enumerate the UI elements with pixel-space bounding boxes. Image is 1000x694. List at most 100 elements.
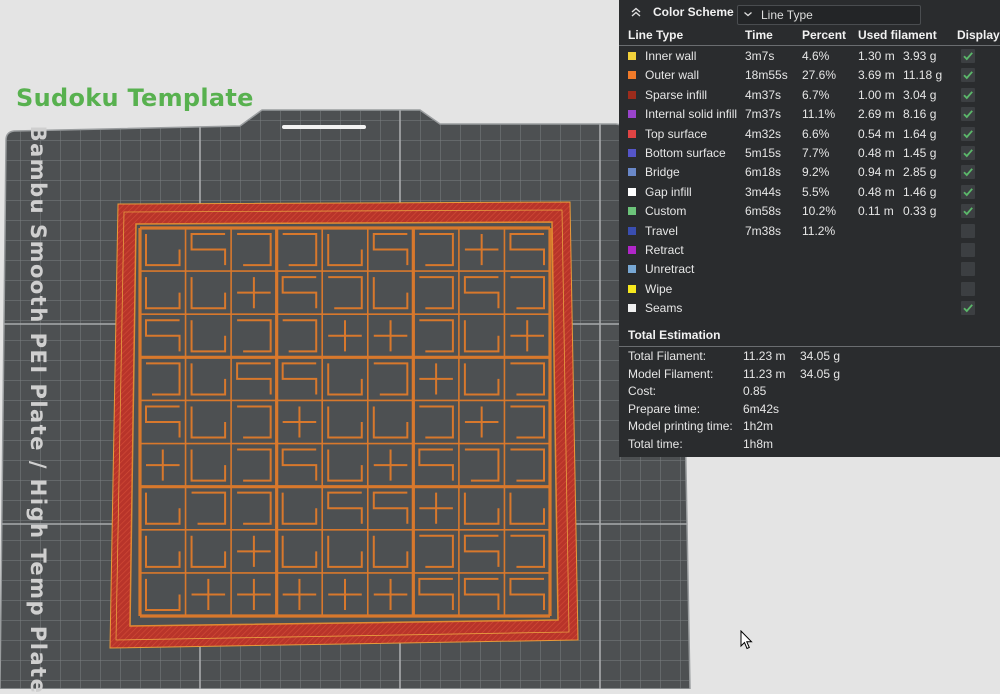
color-swatch: [628, 284, 636, 293]
line-type-time: 7m37s: [745, 107, 782, 122]
estimate-value-secondary: 34.05 g: [800, 366, 841, 381]
line-type-row: Bridge 6m18s 9.2% 0.94 m 2.85 g: [619, 163, 1000, 182]
filament-weight: 11.18 g: [903, 68, 943, 83]
display-checkbox[interactable]: [961, 243, 975, 257]
estimate-value: 11.23 m: [743, 349, 786, 363]
display-checkbox[interactable]: [961, 223, 975, 238]
line-type-row: Travel 7m38s 11.2%: [619, 222, 1000, 241]
line-type-percent: 5.5%: [802, 184, 830, 199]
line-type-name: Top surface: [645, 126, 708, 141]
divider: [619, 346, 1000, 347]
display-checkbox[interactable]: [961, 165, 975, 180]
color-swatch: [628, 226, 636, 235]
line-type-percent: 6.6%: [802, 126, 830, 141]
estimate-label: Total time:: [628, 437, 683, 451]
line-type-row: Unretract: [619, 260, 1000, 279]
line-type-name: Wipe: [645, 281, 673, 296]
line-type-row: Custom 6m58s 10.2% 0.11 m 0.33 g: [619, 202, 1000, 221]
line-type-time: 7m38s: [745, 223, 782, 238]
checkmark-icon: [963, 129, 973, 138]
display-checkbox[interactable]: [961, 262, 975, 277]
filament-weight: 0.33 g: [903, 204, 937, 219]
estimate-value: 6m42s: [743, 401, 780, 416]
line-type-row: Seams: [619, 299, 1000, 318]
filament-length: 0.94 m: [858, 165, 895, 180]
panel-title: Color Scheme: [653, 5, 734, 19]
line-type-row: Retract: [619, 241, 1000, 260]
color-scheme-dropdown[interactable]: Line Type: [737, 5, 921, 25]
collapse-chevron-icon[interactable]: [629, 5, 643, 19]
line-type-percent: 10.2%: [802, 204, 837, 219]
header-percent: Percent: [802, 28, 847, 42]
header-used-filament: Used filament: [858, 28, 937, 42]
header-time: Time: [745, 28, 773, 42]
color-swatch: [628, 149, 636, 157]
chevron-down-icon: [744, 12, 752, 17]
display-checkbox[interactable]: [961, 184, 975, 199]
line-type-name: Bridge: [645, 165, 680, 180]
estimate-label: Model printing time:: [628, 419, 733, 434]
line-type-percent: 4.6%: [802, 49, 830, 63]
line-type-name: Bottom surface: [645, 146, 726, 160]
display-checkbox[interactable]: [961, 146, 975, 160]
color-swatch: [628, 265, 636, 274]
line-type-name: Internal solid infill: [645, 107, 738, 122]
line-type-row: Inner wall 3m7s 4.6% 1.30 m 3.93 g: [619, 47, 1000, 66]
line-type-name: Travel: [645, 223, 678, 238]
line-type-time: 4m37s: [745, 87, 782, 102]
display-checkbox[interactable]: [961, 68, 975, 83]
line-type-name: Custom: [645, 204, 687, 219]
estimate-value: 0.85: [743, 384, 767, 399]
estimate-label: Prepare time:: [628, 401, 701, 416]
panel-header: Color Scheme Line Type: [619, 0, 1000, 26]
line-type-percent: 7.7%: [802, 146, 830, 160]
line-type-name: Seams: [645, 301, 683, 316]
line-type-time: 3m44s: [745, 184, 782, 199]
filament-weight: 1.45 g: [903, 146, 937, 160]
mouse-cursor-icon: [740, 630, 753, 650]
plate-title: Sudoku Template: [16, 84, 254, 112]
sudoku-model[interactable]: [109, 201, 579, 649]
filament-weight: 3.04 g: [903, 87, 937, 102]
checkmark-icon: [963, 91, 973, 100]
display-checkbox[interactable]: [961, 49, 975, 63]
header-line-type: Line Type: [628, 28, 684, 42]
display-checkbox[interactable]: [961, 87, 975, 102]
line-type-percent: 6.7%: [802, 87, 830, 102]
header-display: Display: [957, 28, 1000, 42]
checkmark-icon: [963, 52, 973, 61]
total-estimation-title: Total Estimation: [628, 328, 721, 342]
line-type-name: Outer wall: [645, 68, 700, 83]
color-swatch: [628, 129, 636, 138]
display-checkbox[interactable]: [961, 107, 975, 122]
display-checkbox[interactable]: [961, 281, 975, 296]
color-scheme-panel: Color Scheme Line Type Line Type Time Pe…: [619, 0, 1000, 457]
filament-length: 0.11 m: [858, 204, 894, 219]
plate-handle: [282, 125, 366, 129]
estimate-row: Cost: 0.85: [619, 384, 1000, 401]
color-swatch: [628, 110, 636, 119]
filament-length: 3.69 m: [858, 68, 895, 83]
display-checkbox[interactable]: [961, 126, 975, 141]
display-checkbox[interactable]: [961, 301, 975, 316]
line-type-row: Internal solid infill 7m37s 11.1% 2.69 m 8.1…: [619, 105, 1000, 124]
color-swatch: [628, 52, 636, 60]
line-type-row: Wipe: [619, 280, 1000, 299]
display-checkbox[interactable]: [961, 204, 975, 219]
color-swatch: [628, 207, 636, 216]
line-type-row: Gap infill 3m44s 5.5% 0.48 m 1.46 g: [619, 183, 1000, 202]
checkmark-icon: [963, 149, 973, 158]
line-type-name: Retract: [645, 243, 684, 257]
line-type-percent: 11.1%: [802, 107, 836, 122]
filament-length: 0.48 m: [858, 184, 895, 199]
filament-length: 1.00 m: [858, 87, 895, 102]
filament-weight: 3.93 g: [903, 49, 937, 63]
line-type-percent: 9.2%: [802, 165, 830, 180]
estimate-label: Cost:: [628, 384, 657, 399]
estimate-value-secondary: 34.05 g: [800, 349, 841, 363]
filament-weight: 1.64 g: [903, 126, 937, 141]
line-type-time: 18m55s: [745, 68, 788, 83]
color-swatch: [628, 90, 636, 99]
divider: [619, 45, 1000, 46]
checkmark-icon: [963, 188, 973, 197]
